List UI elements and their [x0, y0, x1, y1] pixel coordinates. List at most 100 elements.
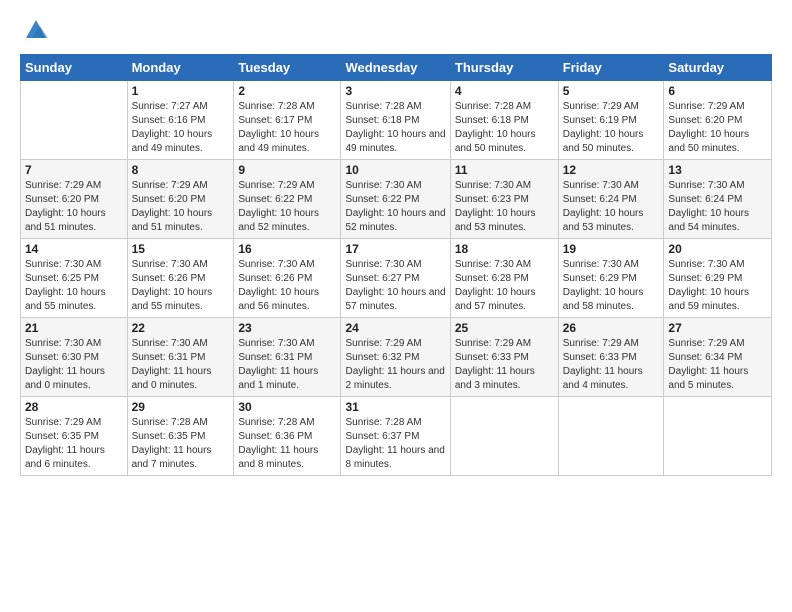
week-row-1: 1 Sunrise: 7:27 AMSunset: 6:16 PMDaylight… — [21, 81, 772, 160]
day-number: 15 — [132, 242, 230, 256]
day-info: Sunrise: 7:28 AMSunset: 6:17 PMDaylight:… — [238, 100, 336, 156]
day-info: Sunrise: 7:29 AMSunset: 6:34 PMDaylight:… — [668, 337, 767, 393]
day-info: Sunrise: 7:29 AMSunset: 6:33 PMDaylight:… — [563, 337, 660, 393]
day-info: Sunrise: 7:29 AMSunset: 6:32 PMDaylight:… — [345, 337, 445, 393]
day-cell: 31 Sunrise: 7:28 AMSunset: 6:37 PMDayligh… — [341, 397, 450, 476]
day-number: 24 — [345, 321, 445, 335]
day-cell: 24 Sunrise: 7:29 AMSunset: 6:32 PMDayligh… — [341, 318, 450, 397]
day-number: 17 — [345, 242, 445, 256]
week-row-2: 7 Sunrise: 7:29 AMSunset: 6:20 PMDaylight… — [21, 160, 772, 239]
day-info: Sunrise: 7:28 AMSunset: 6:36 PMDaylight:… — [238, 416, 336, 472]
weekday-header-friday: Friday — [558, 55, 664, 81]
day-number: 28 — [25, 400, 123, 414]
day-number: 31 — [345, 400, 445, 414]
day-info: Sunrise: 7:29 AMSunset: 6:35 PMDaylight:… — [25, 416, 123, 472]
day-cell: 13 Sunrise: 7:30 AMSunset: 6:24 PMDayligh… — [664, 160, 772, 239]
day-number: 18 — [455, 242, 554, 256]
week-row-5: 28 Sunrise: 7:29 AMSunset: 6:35 PMDayligh… — [21, 397, 772, 476]
day-cell: 26 Sunrise: 7:29 AMSunset: 6:33 PMDayligh… — [558, 318, 664, 397]
day-cell: 2 Sunrise: 7:28 AMSunset: 6:17 PMDaylight… — [234, 81, 341, 160]
day-number: 29 — [132, 400, 230, 414]
day-number: 14 — [25, 242, 123, 256]
day-cell: 20Sunrise: 7:30 AMSunset: 6:29 PMDayligh… — [664, 239, 772, 318]
day-info: Sunrise: 7:30 AMSunset: 6:30 PMDaylight:… — [25, 337, 123, 393]
day-cell: 1 Sunrise: 7:27 AMSunset: 6:16 PMDaylight… — [127, 81, 234, 160]
day-info: Sunrise: 7:30 AMSunset: 6:22 PMDaylight:… — [345, 179, 445, 235]
day-cell: 27 Sunrise: 7:29 AMSunset: 6:34 PMDayligh… — [664, 318, 772, 397]
day-cell: 4Sunrise: 7:28 AMSunset: 6:18 PMDaylight… — [450, 81, 558, 160]
day-cell: 14 Sunrise: 7:30 AMSunset: 6:25 PMDayligh… — [21, 239, 128, 318]
day-cell: 11Sunrise: 7:30 AMSunset: 6:23 PMDayligh… — [450, 160, 558, 239]
weekday-header-monday: Monday — [127, 55, 234, 81]
day-cell: 29 Sunrise: 7:28 AMSunset: 6:35 PMDayligh… — [127, 397, 234, 476]
day-info: Sunrise: 7:30 AMSunset: 6:24 PMDaylight:… — [668, 179, 767, 235]
week-row-3: 14 Sunrise: 7:30 AMSunset: 6:25 PMDayligh… — [21, 239, 772, 318]
header — [20, 16, 772, 44]
logo — [20, 16, 50, 44]
day-cell: 19Sunrise: 7:30 AMSunset: 6:29 PMDayligh… — [558, 239, 664, 318]
day-cell: 30 Sunrise: 7:28 AMSunset: 6:36 PMDayligh… — [234, 397, 341, 476]
day-number: 4 — [455, 84, 554, 98]
day-info: Sunrise: 7:30 AMSunset: 6:28 PMDaylight:… — [455, 258, 554, 314]
day-info: Sunrise: 7:28 AMSunset: 6:37 PMDaylight:… — [345, 416, 445, 472]
day-info: Sunrise: 7:29 AMSunset: 6:20 PMDaylight:… — [132, 179, 230, 235]
day-info: Sunrise: 7:29 AMSunset: 6:20 PMDaylight:… — [668, 100, 767, 156]
weekday-header-wednesday: Wednesday — [341, 55, 450, 81]
day-number: 3 — [345, 84, 445, 98]
day-info: Sunrise: 7:28 AMSunset: 6:35 PMDaylight:… — [132, 416, 230, 472]
day-number: 22 — [132, 321, 230, 335]
day-number: 7 — [25, 163, 123, 177]
calendar-table: SundayMondayTuesdayWednesdayThursdayFrid… — [20, 54, 772, 476]
day-cell: 15 Sunrise: 7:30 AMSunset: 6:26 PMDayligh… — [127, 239, 234, 318]
day-number: 30 — [238, 400, 336, 414]
day-cell: 3 Sunrise: 7:28 AMSunset: 6:18 PMDaylight… — [341, 81, 450, 160]
day-cell: 28 Sunrise: 7:29 AMSunset: 6:35 PMDayligh… — [21, 397, 128, 476]
logo-icon — [22, 16, 50, 44]
day-number: 11 — [455, 163, 554, 177]
day-number: 23 — [238, 321, 336, 335]
day-cell: 25 Sunrise: 7:29 AMSunset: 6:33 PMDayligh… — [450, 318, 558, 397]
day-info: Sunrise: 7:28 AMSunset: 6:18 PMDaylight:… — [345, 100, 445, 156]
weekday-header-tuesday: Tuesday — [234, 55, 341, 81]
day-info: Sunrise: 7:27 AMSunset: 6:16 PMDaylight:… — [132, 100, 230, 156]
day-cell: 10 Sunrise: 7:30 AMSunset: 6:22 PMDayligh… — [341, 160, 450, 239]
day-info: Sunrise: 7:30 AMSunset: 6:24 PMDaylight:… — [563, 179, 660, 235]
day-cell: 17Sunrise: 7:30 AMSunset: 6:27 PMDayligh… — [341, 239, 450, 318]
day-cell: 7 Sunrise: 7:29 AMSunset: 6:20 PMDaylight… — [21, 160, 128, 239]
day-number: 13 — [668, 163, 767, 177]
weekday-header-row: SundayMondayTuesdayWednesdayThursdayFrid… — [21, 55, 772, 81]
day-info: Sunrise: 7:30 AMSunset: 6:31 PMDaylight:… — [132, 337, 230, 393]
day-info: Sunrise: 7:29 AMSunset: 6:19 PMDaylight:… — [563, 100, 660, 156]
weekday-header-saturday: Saturday — [664, 55, 772, 81]
day-cell: 12Sunrise: 7:30 AMSunset: 6:24 PMDayligh… — [558, 160, 664, 239]
day-number: 27 — [668, 321, 767, 335]
day-cell: 16Sunrise: 7:30 AMSunset: 6:26 PMDayligh… — [234, 239, 341, 318]
day-number: 26 — [563, 321, 660, 335]
day-info: Sunrise: 7:30 AMSunset: 6:26 PMDaylight:… — [132, 258, 230, 314]
day-number: 19 — [563, 242, 660, 256]
day-info: Sunrise: 7:29 AMSunset: 6:20 PMDaylight:… — [25, 179, 123, 235]
day-number: 9 — [238, 163, 336, 177]
day-info: Sunrise: 7:29 AMSunset: 6:22 PMDaylight:… — [238, 179, 336, 235]
day-cell: 21Sunrise: 7:30 AMSunset: 6:30 PMDayligh… — [21, 318, 128, 397]
day-cell: 9 Sunrise: 7:29 AMSunset: 6:22 PMDaylight… — [234, 160, 341, 239]
day-info: Sunrise: 7:29 AMSunset: 6:33 PMDaylight:… — [455, 337, 554, 393]
day-number: 1 — [132, 84, 230, 98]
day-cell — [664, 397, 772, 476]
day-number: 25 — [455, 321, 554, 335]
day-number: 10 — [345, 163, 445, 177]
day-cell: 18 Sunrise: 7:30 AMSunset: 6:28 PMDayligh… — [450, 239, 558, 318]
weekday-header-thursday: Thursday — [450, 55, 558, 81]
day-info: Sunrise: 7:30 AMSunset: 6:25 PMDaylight:… — [25, 258, 123, 314]
day-number: 5 — [563, 84, 660, 98]
day-number: 8 — [132, 163, 230, 177]
day-number: 6 — [668, 84, 767, 98]
day-number: 2 — [238, 84, 336, 98]
day-cell: 5 Sunrise: 7:29 AMSunset: 6:19 PMDaylight… — [558, 81, 664, 160]
week-row-4: 21Sunrise: 7:30 AMSunset: 6:30 PMDayligh… — [21, 318, 772, 397]
day-cell — [21, 81, 128, 160]
day-number: 20 — [668, 242, 767, 256]
day-cell — [450, 397, 558, 476]
day-info: Sunrise: 7:30 AMSunset: 6:26 PMDaylight:… — [238, 258, 336, 314]
day-cell — [558, 397, 664, 476]
